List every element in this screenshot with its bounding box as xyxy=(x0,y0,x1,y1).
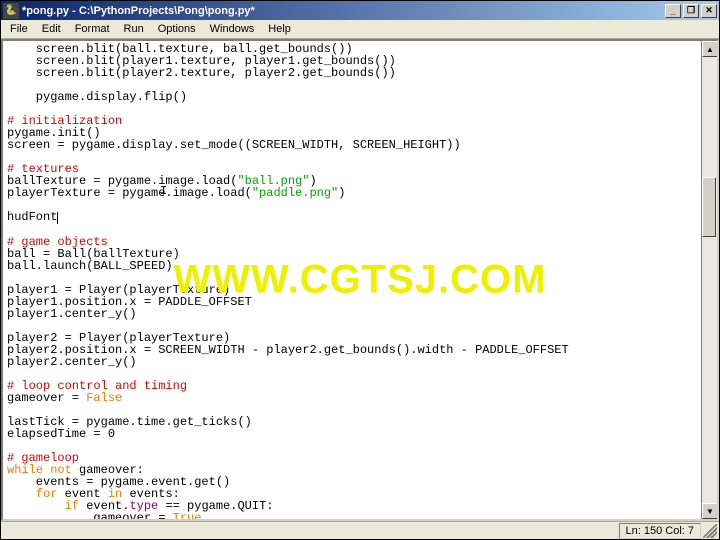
resize-grip[interactable] xyxy=(703,524,717,538)
window-controls: _ ❐ ✕ xyxy=(665,4,717,18)
menu-help[interactable]: Help xyxy=(261,21,298,37)
maximize-button[interactable]: ❐ xyxy=(683,4,699,18)
scroll-up-button[interactable]: ▲ xyxy=(702,41,718,57)
statusbar: Ln: 150 Col: 7 xyxy=(1,521,719,539)
minimize-button[interactable]: _ xyxy=(665,4,681,18)
menu-edit[interactable]: Edit xyxy=(35,21,68,37)
app-window: 🐍 *pong.py - C:\PythonProjects\Pong\pong… xyxy=(0,0,720,540)
code-editor[interactable]: screen.blit(ball.texture, ball.get_bound… xyxy=(3,41,701,519)
scroll-thumb[interactable] xyxy=(702,177,716,237)
menubar: File Edit Format Run Options Windows Hel… xyxy=(1,20,719,39)
status-position: Ln: 150 Col: 7 xyxy=(619,523,702,539)
menu-run[interactable]: Run xyxy=(117,21,151,37)
titlebar[interactable]: 🐍 *pong.py - C:\PythonProjects\Pong\pong… xyxy=(1,1,719,20)
menu-options[interactable]: Options xyxy=(151,21,203,37)
titlebar-text: *pong.py - C:\PythonProjects\Pong\pong.p… xyxy=(22,5,665,17)
menu-windows[interactable]: Windows xyxy=(203,21,262,37)
vertical-scrollbar[interactable]: ▲ ▼ xyxy=(701,41,717,519)
editor-container: screen.blit(ball.texture, ball.get_bound… xyxy=(1,39,719,521)
scroll-down-button[interactable]: ▼ xyxy=(702,503,718,519)
menu-file[interactable]: File xyxy=(3,21,35,37)
app-icon: 🐍 xyxy=(3,3,19,19)
menu-format[interactable]: Format xyxy=(68,21,117,37)
close-button[interactable]: ✕ xyxy=(701,4,717,18)
scroll-track[interactable] xyxy=(702,57,717,503)
